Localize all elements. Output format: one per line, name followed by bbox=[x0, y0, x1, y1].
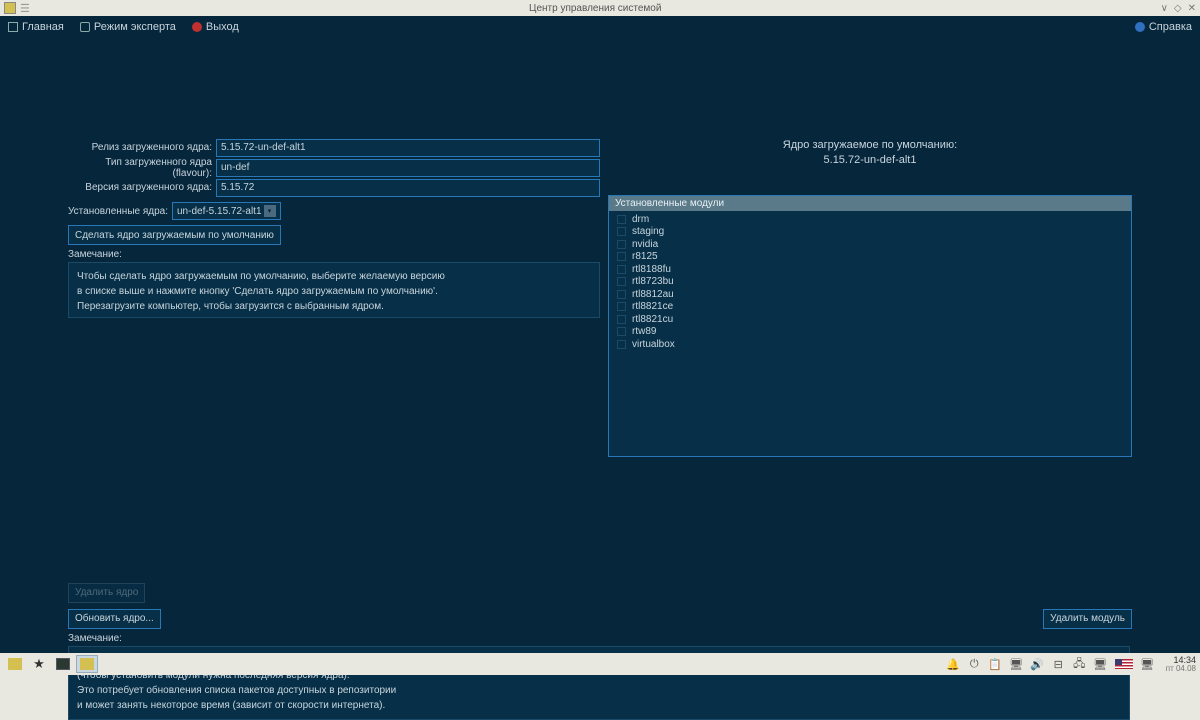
module-item[interactable]: rtl8812au bbox=[617, 288, 1123, 301]
menu-home[interactable]: Главная bbox=[8, 21, 64, 33]
checkbox-icon[interactable] bbox=[617, 315, 626, 324]
app-menubar: Главная Режим эксперта Выход Справка bbox=[0, 16, 1200, 38]
menu-help[interactable]: Справка bbox=[1135, 21, 1192, 33]
module-item-label: rtl8821cu bbox=[632, 314, 673, 325]
system-tray: 🔔 ⏻ 📋 🖥 🔊 ⊟ 🖧 🖥 🖥 14:34 пт 04.08 bbox=[947, 656, 1196, 673]
taskbar-favorites[interactable]: ★ bbox=[28, 655, 50, 673]
keyboard-layout-flag[interactable] bbox=[1115, 659, 1133, 669]
taskbar-app-active[interactable] bbox=[76, 655, 98, 673]
checkbox-icon[interactable] bbox=[617, 265, 626, 274]
default-kernel-info: Ядро загружаемое по умолчанию: 5.15.72-u… bbox=[608, 138, 1132, 169]
menu-expert-label: Режим эксперта bbox=[94, 21, 176, 33]
remove-kernel-button[interactable]: Удалить ядро bbox=[68, 583, 145, 603]
note-label-1: Замечание: bbox=[68, 249, 600, 260]
make-default-button[interactable]: Сделать ядро загружаемым по умолчанию bbox=[68, 225, 281, 245]
kernel-flavour-label: Тип загруженного ядра (flavour): bbox=[68, 157, 216, 179]
clipboard-icon[interactable]: 📋 bbox=[989, 658, 1002, 671]
module-item-label: nvidia bbox=[632, 239, 658, 250]
close-icon[interactable]: ✕ bbox=[1188, 3, 1196, 14]
module-item-label: drm bbox=[632, 214, 649, 225]
storage-icon[interactable]: ⊟ bbox=[1052, 658, 1065, 671]
app-icon bbox=[4, 2, 16, 14]
module-item[interactable]: rtl8723bu bbox=[617, 275, 1123, 288]
kernel-version-field[interactable]: 5.15.72 bbox=[216, 179, 600, 197]
monitor-icon[interactable]: 🖥 bbox=[1094, 658, 1107, 671]
chevron-down-icon: ▾ bbox=[264, 205, 276, 217]
window-titlebar: ☰ Центр управления системой ∨ ◇ ✕ bbox=[0, 0, 1200, 16]
display-icon[interactable]: 🖥 bbox=[1010, 658, 1023, 671]
taskbar: ★ 🔔 ⏻ 📋 🖥 🔊 ⊟ 🖧 🖥 🖥 14:34 пт 04.08 bbox=[0, 653, 1200, 675]
kernel-version-label: Версия загруженного ядра: bbox=[68, 182, 216, 193]
module-item-label: staging bbox=[632, 226, 664, 237]
home-icon bbox=[8, 22, 18, 32]
module-item-label: virtualbox bbox=[632, 339, 675, 350]
maximize-icon[interactable]: ◇ bbox=[1174, 3, 1182, 14]
note-box-1: Чтобы сделать ядро загружаемым по умолча… bbox=[68, 262, 600, 318]
power-icon[interactable]: ⏻ bbox=[968, 658, 981, 671]
clock[interactable]: 14:34 пт 04.08 bbox=[1166, 656, 1196, 673]
checkbox-icon[interactable] bbox=[617, 240, 626, 249]
note-label-2: Замечание: bbox=[68, 633, 1132, 644]
menu-home-label: Главная bbox=[22, 21, 64, 33]
taskbar-app-1[interactable] bbox=[4, 655, 26, 673]
volume-icon[interactable]: 🔊 bbox=[1031, 658, 1044, 671]
menu-exit[interactable]: Выход bbox=[192, 21, 239, 33]
checkbox-icon[interactable] bbox=[617, 302, 626, 311]
module-item[interactable]: rtw89 bbox=[617, 325, 1123, 338]
remove-module-button[interactable]: Удалить модуль bbox=[1043, 609, 1132, 629]
module-item[interactable]: staging bbox=[617, 225, 1123, 238]
module-item[interactable]: drm bbox=[617, 213, 1123, 226]
module-item-label: rtl8188fu bbox=[632, 264, 671, 275]
checkbox-icon[interactable] bbox=[617, 277, 626, 286]
tray-extra-icon[interactable]: 🖥 bbox=[1141, 658, 1154, 671]
titlebar-menu-icon[interactable]: ☰ bbox=[20, 2, 30, 15]
taskbar-terminal[interactable] bbox=[52, 655, 74, 673]
checkbox-icon[interactable] bbox=[617, 340, 626, 349]
menu-help-label: Справка bbox=[1149, 21, 1192, 33]
module-item[interactable]: rtl8821cu bbox=[617, 313, 1123, 326]
module-item-label: r8125 bbox=[632, 251, 658, 262]
update-kernel-button[interactable]: Обновить ядро... bbox=[68, 609, 161, 629]
checkbox-icon[interactable] bbox=[617, 327, 626, 336]
checkbox-icon[interactable] bbox=[617, 290, 626, 299]
menu-expert-mode[interactable]: Режим эксперта bbox=[80, 21, 176, 33]
module-item[interactable]: r8125 bbox=[617, 250, 1123, 263]
kernel-flavour-field[interactable]: un-def bbox=[216, 159, 600, 177]
minimize-icon[interactable]: ∨ bbox=[1161, 3, 1168, 14]
installed-kernels-select[interactable]: un-def-5.15.72-alt1 ▾ bbox=[172, 202, 281, 220]
window-title: Центр управления системой bbox=[30, 3, 1161, 14]
network-icon[interactable]: 🖧 bbox=[1073, 658, 1086, 671]
module-item[interactable]: virtualbox bbox=[617, 338, 1123, 351]
installed-kernels-label: Установленные ядра: bbox=[68, 206, 172, 217]
display-icon bbox=[80, 22, 90, 32]
kernel-release-label: Релиз загруженного ядра: bbox=[68, 142, 216, 153]
module-item-label: rtl8821ce bbox=[632, 301, 673, 312]
module-item[interactable]: rtl8821ce bbox=[617, 300, 1123, 313]
checkbox-icon[interactable] bbox=[617, 215, 626, 224]
kernel-release-field[interactable]: 5.15.72-un-def-alt1 bbox=[216, 139, 600, 157]
help-icon bbox=[1135, 22, 1145, 32]
module-item-label: rtl8812au bbox=[632, 289, 674, 300]
module-item-label: rtw89 bbox=[632, 326, 656, 337]
main-content-area: Релиз загруженного ядра: 5.15.72-un-def-… bbox=[0, 38, 1200, 653]
notification-icon[interactable]: 🔔 bbox=[947, 658, 960, 671]
modules-list[interactable]: drmstaging nvidiar8125 rtl8188furtl8723bu r… bbox=[609, 211, 1131, 456]
module-item-label: rtl8723bu bbox=[632, 276, 674, 287]
menu-exit-label: Выход bbox=[206, 21, 239, 33]
modules-header: Установленные модули bbox=[609, 196, 1131, 211]
module-item[interactable]: rtl8188fu bbox=[617, 263, 1123, 276]
checkbox-icon[interactable] bbox=[617, 252, 626, 261]
checkbox-icon[interactable] bbox=[617, 227, 626, 236]
modules-listbox: Установленные модули drmstaging nvidiar81… bbox=[608, 195, 1132, 457]
module-item[interactable]: nvidia bbox=[617, 238, 1123, 251]
exit-icon bbox=[192, 22, 202, 32]
